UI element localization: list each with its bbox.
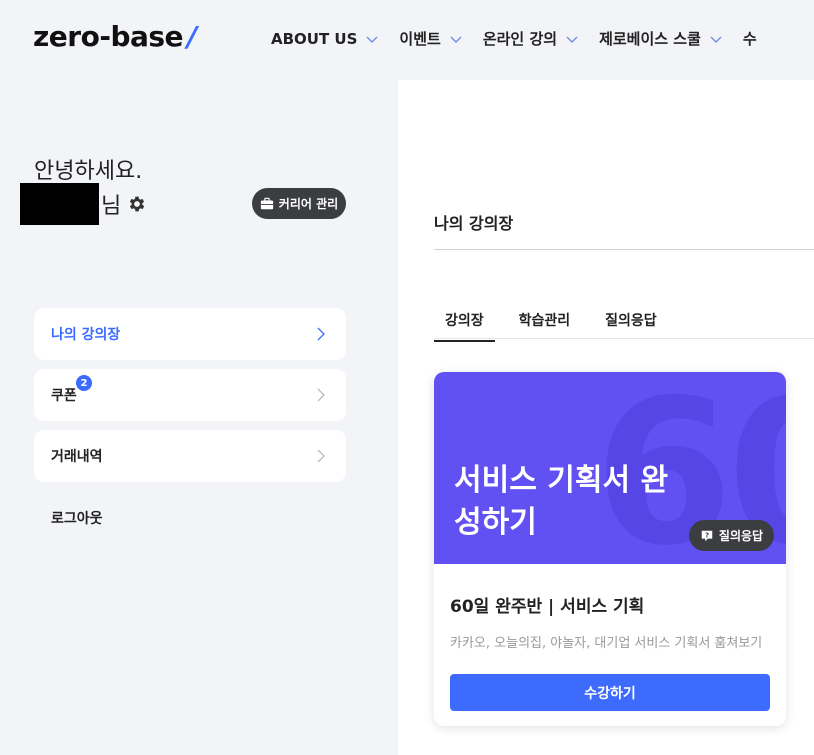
gear-icon[interactable] — [127, 194, 147, 214]
chevron-down-icon — [566, 36, 578, 43]
qna-chip[interactable]: ? 질의응답 — [689, 520, 774, 551]
course-banner: 60 서비스 기획서 완성하기 ? 질의응답 — [434, 372, 786, 564]
course-title: 60일 완주반 | 서비스 기획 — [450, 597, 645, 617]
page-title: 나의 강의장 — [434, 214, 514, 233]
tabs-divider — [434, 338, 814, 339]
chevron-right-icon — [317, 388, 325, 402]
enroll-button[interactable]: 수강하기 — [450, 674, 770, 711]
chevron-down-icon — [710, 36, 722, 43]
career-manage-button[interactable]: 커리어 관리 — [252, 188, 346, 219]
career-button-label: 커리어 관리 — [278, 197, 339, 211]
sidebar-item-transactions[interactable]: 거래내역 — [34, 430, 346, 482]
zero-base-logo[interactable]: zero-base / — [33, 20, 197, 53]
course-card[interactable]: 60 서비스 기획서 완성하기 ? 질의응답 60일 완주반 | 서비스 기획 … — [434, 372, 786, 726]
name-suffix: 님 — [101, 194, 122, 219]
course-description: 카카오, 오늘의집, 야놀자, 대기업 서비스 기획서 훔쳐보기 — [450, 636, 763, 651]
sidebar-item-coupon[interactable]: 쿠폰 2 — [34, 369, 346, 421]
redacted-user-name — [20, 183, 99, 225]
logo-text: zero-base — [33, 20, 184, 53]
nav-online-course[interactable]: 온라인 강의 — [483, 28, 579, 49]
chevron-down-icon — [450, 36, 462, 43]
qna-chip-label: 질의응답 — [718, 529, 764, 543]
nav-label: 제로베이스 스쿨 — [599, 30, 701, 48]
nav-about-us[interactable]: ABOUT US — [271, 28, 379, 49]
sidebar-item-label: 쿠폰 — [51, 388, 77, 404]
sidebar-item-label: 거래내역 — [51, 449, 103, 465]
nav-label: 수 — [742, 30, 757, 48]
nav-more[interactable]: 수 — [743, 28, 757, 49]
nav-event[interactable]: 이벤트 — [399, 28, 462, 49]
question-bubble-icon: ? — [701, 530, 713, 541]
sidebar-item-my-lecture[interactable]: 나의 강의장 — [34, 308, 346, 360]
logout-link[interactable]: 로그아웃 — [51, 508, 103, 528]
logo-slash: / — [187, 20, 197, 53]
greeting-text: 안녕하세요. — [34, 159, 143, 184]
chevron-right-icon — [317, 449, 325, 463]
coupon-count-badge: 2 — [76, 375, 92, 391]
chevron-down-icon — [366, 36, 378, 43]
nav-label: 이벤트 — [399, 30, 441, 48]
banner-title: 서비스 기획서 완성하기 — [454, 463, 669, 540]
nav-label: ABOUT US — [271, 29, 358, 48]
chevron-right-icon — [317, 327, 325, 341]
svg-text:?: ? — [705, 531, 709, 539]
site-header: zero-base / ABOUT US 이벤트 온라인 강의 제로베이스 스쿨 … — [0, 0, 814, 78]
nav-label: 온라인 강의 — [482, 30, 558, 48]
user-name-row: 님 — [20, 183, 147, 225]
briefcase-icon — [260, 197, 273, 209]
divider — [434, 249, 814, 250]
nav-zerobase-school[interactable]: 제로베이스 스쿨 — [599, 28, 723, 49]
main-nav: ABOUT US 이벤트 온라인 강의 제로베이스 스쿨 수 — [271, 28, 777, 49]
sidebar-item-label: 나의 강의장 — [51, 327, 121, 343]
